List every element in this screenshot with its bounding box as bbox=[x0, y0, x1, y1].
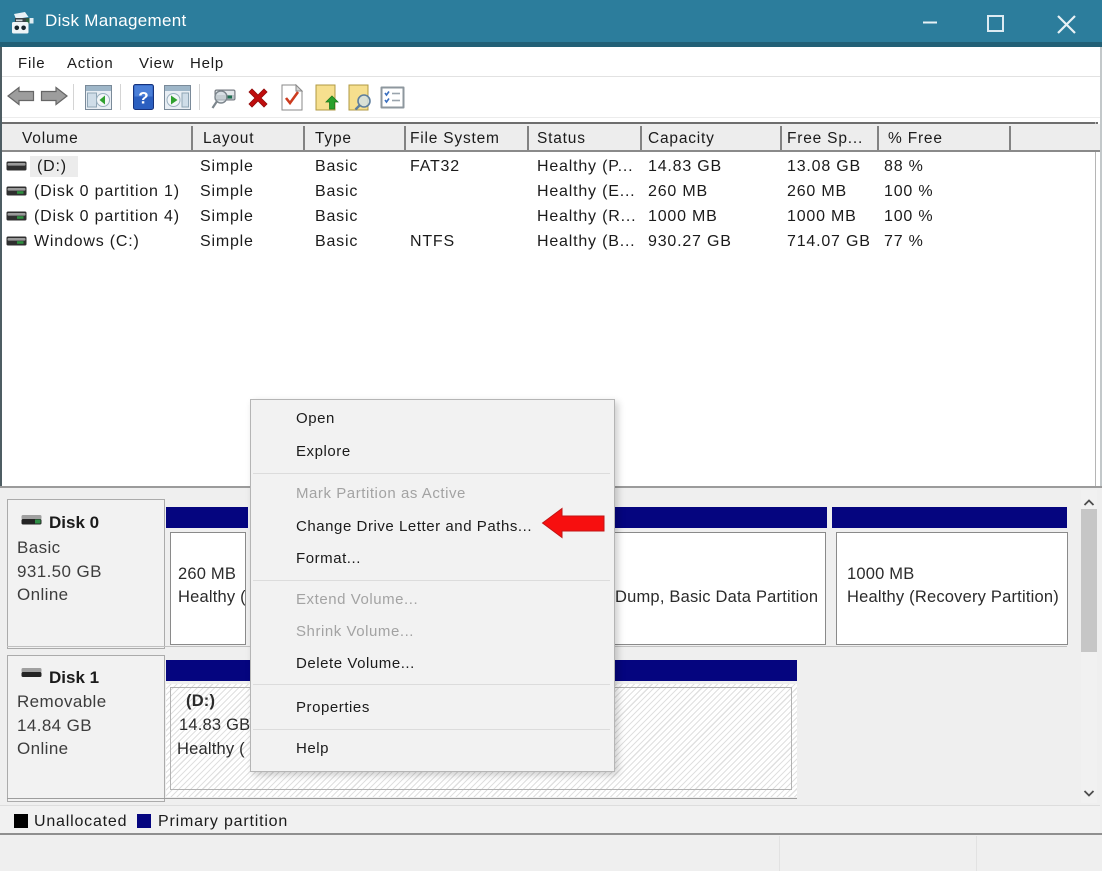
svg-text:?: ? bbox=[138, 89, 148, 108]
